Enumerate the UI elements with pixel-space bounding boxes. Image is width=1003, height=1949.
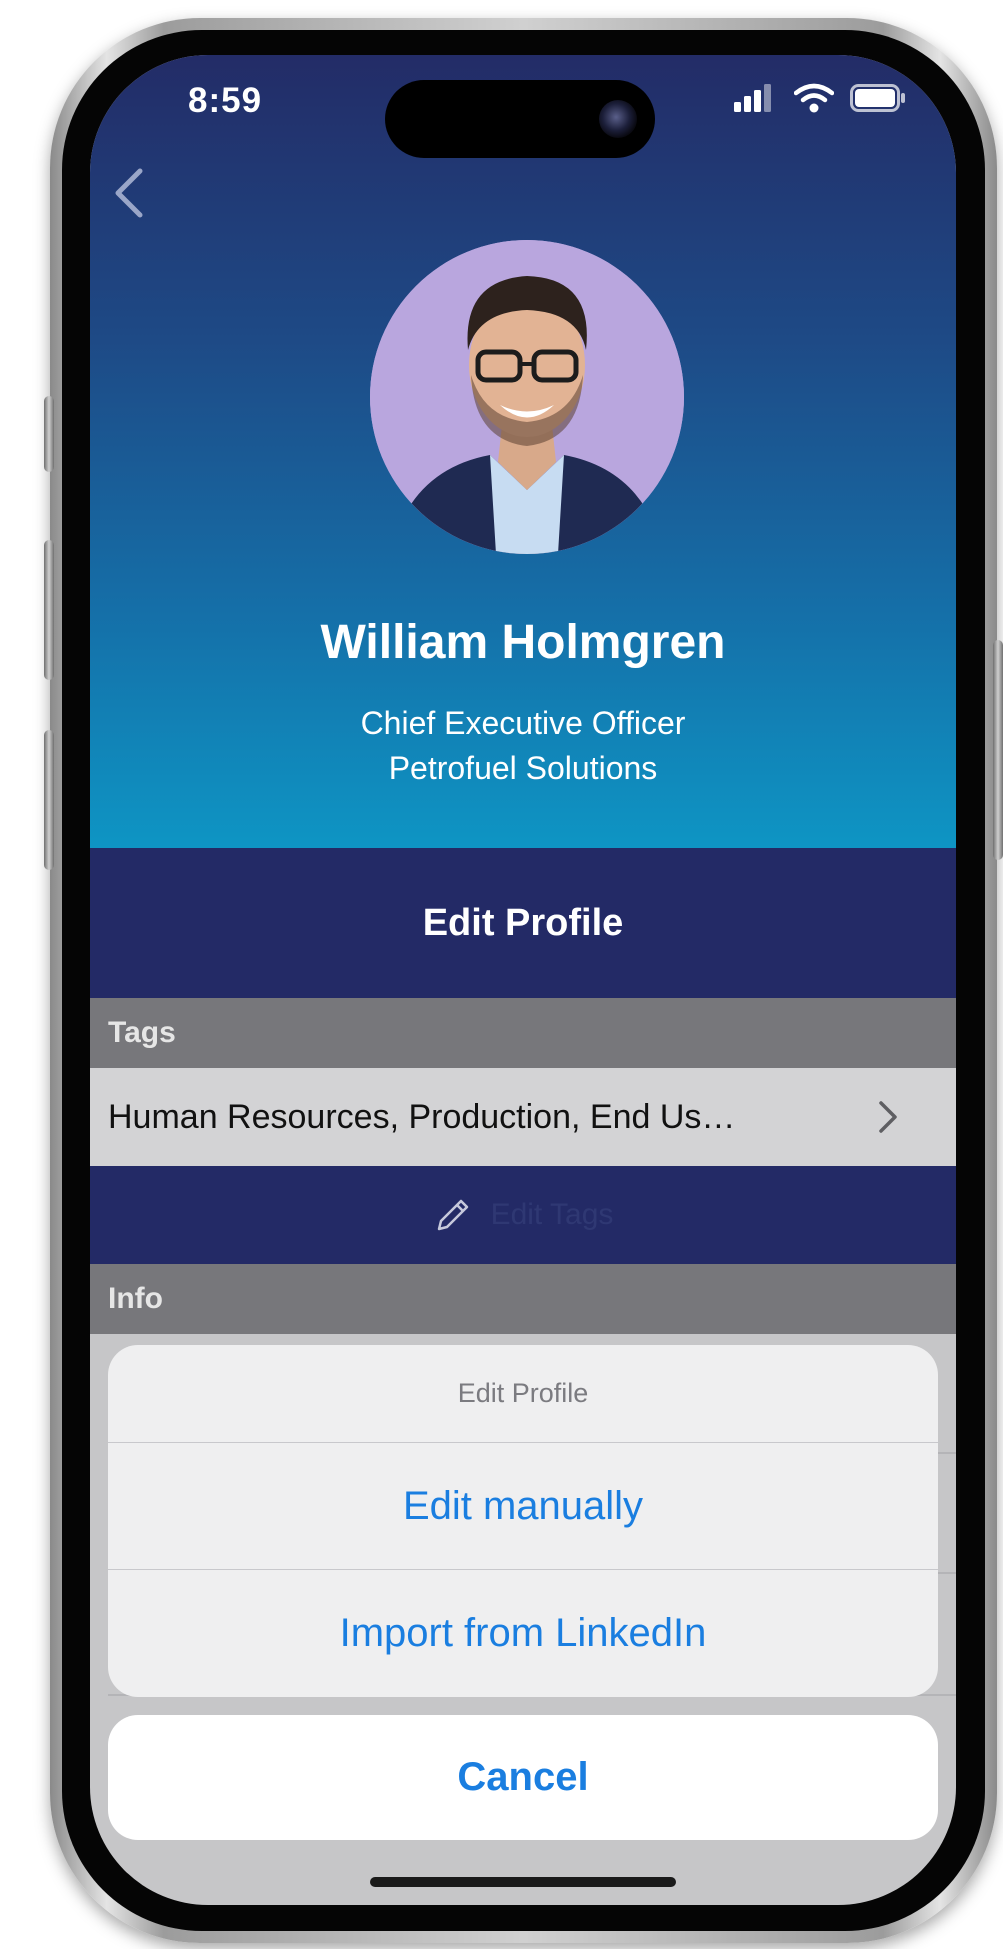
volume-up-button [44,540,54,680]
screen: 8:59 William Holmgren Chief Executive Of… [90,55,956,1905]
volume-down-button [44,730,54,870]
action-button [44,396,54,472]
cellular-signal-icon [734,84,771,112]
tags-row[interactable]: Human Resources, Production, End Us… [90,1068,956,1166]
battery-icon [850,84,905,112]
status-icons [734,83,906,113]
info-section-header: Info [90,1264,956,1334]
profile-title: Chief Executive Officer [360,705,686,741]
tags-value: Human Resources, Production, End Us… [108,1097,736,1136]
dynamic-island [385,80,655,158]
power-button [993,640,1003,860]
status-time: 8:59 [188,81,263,120]
profile-header: 8:59 William Holmgren Chief Executive Of… [90,55,956,848]
profile-company: Petrofuel Solutions [388,750,658,786]
home-indicator[interactable] [370,1877,676,1887]
avatar[interactable] [370,240,684,554]
edit-tags-label: Edit Tags [490,1198,614,1231]
import-from-linkedin-option[interactable]: Import from LinkedIn [108,1570,938,1697]
chevron-right-icon [879,1101,897,1133]
profile-name: William Holmgren [320,616,726,669]
wifi-icon [794,83,834,113]
action-sheet-title: Edit Profile [108,1345,938,1443]
action-sheet: Edit Profile Edit manually Import from L… [108,1345,938,1697]
tags-section-header: Tags [90,998,956,1068]
edit-profile-button[interactable]: Edit Profile [90,848,956,998]
edit-manually-option[interactable]: Edit manually [108,1443,938,1570]
device-frame: 8:59 William Holmgren Chief Executive Of… [0,0,1003,1949]
pencil-icon [437,1199,468,1231]
edit-tags-button[interactable]: Edit Tags [90,1166,956,1264]
chevron-left-icon [115,168,143,218]
back-button[interactable] [108,165,158,225]
profile-photo [370,240,684,554]
camera-icon [599,100,637,138]
cancel-button[interactable]: Cancel [108,1715,938,1840]
